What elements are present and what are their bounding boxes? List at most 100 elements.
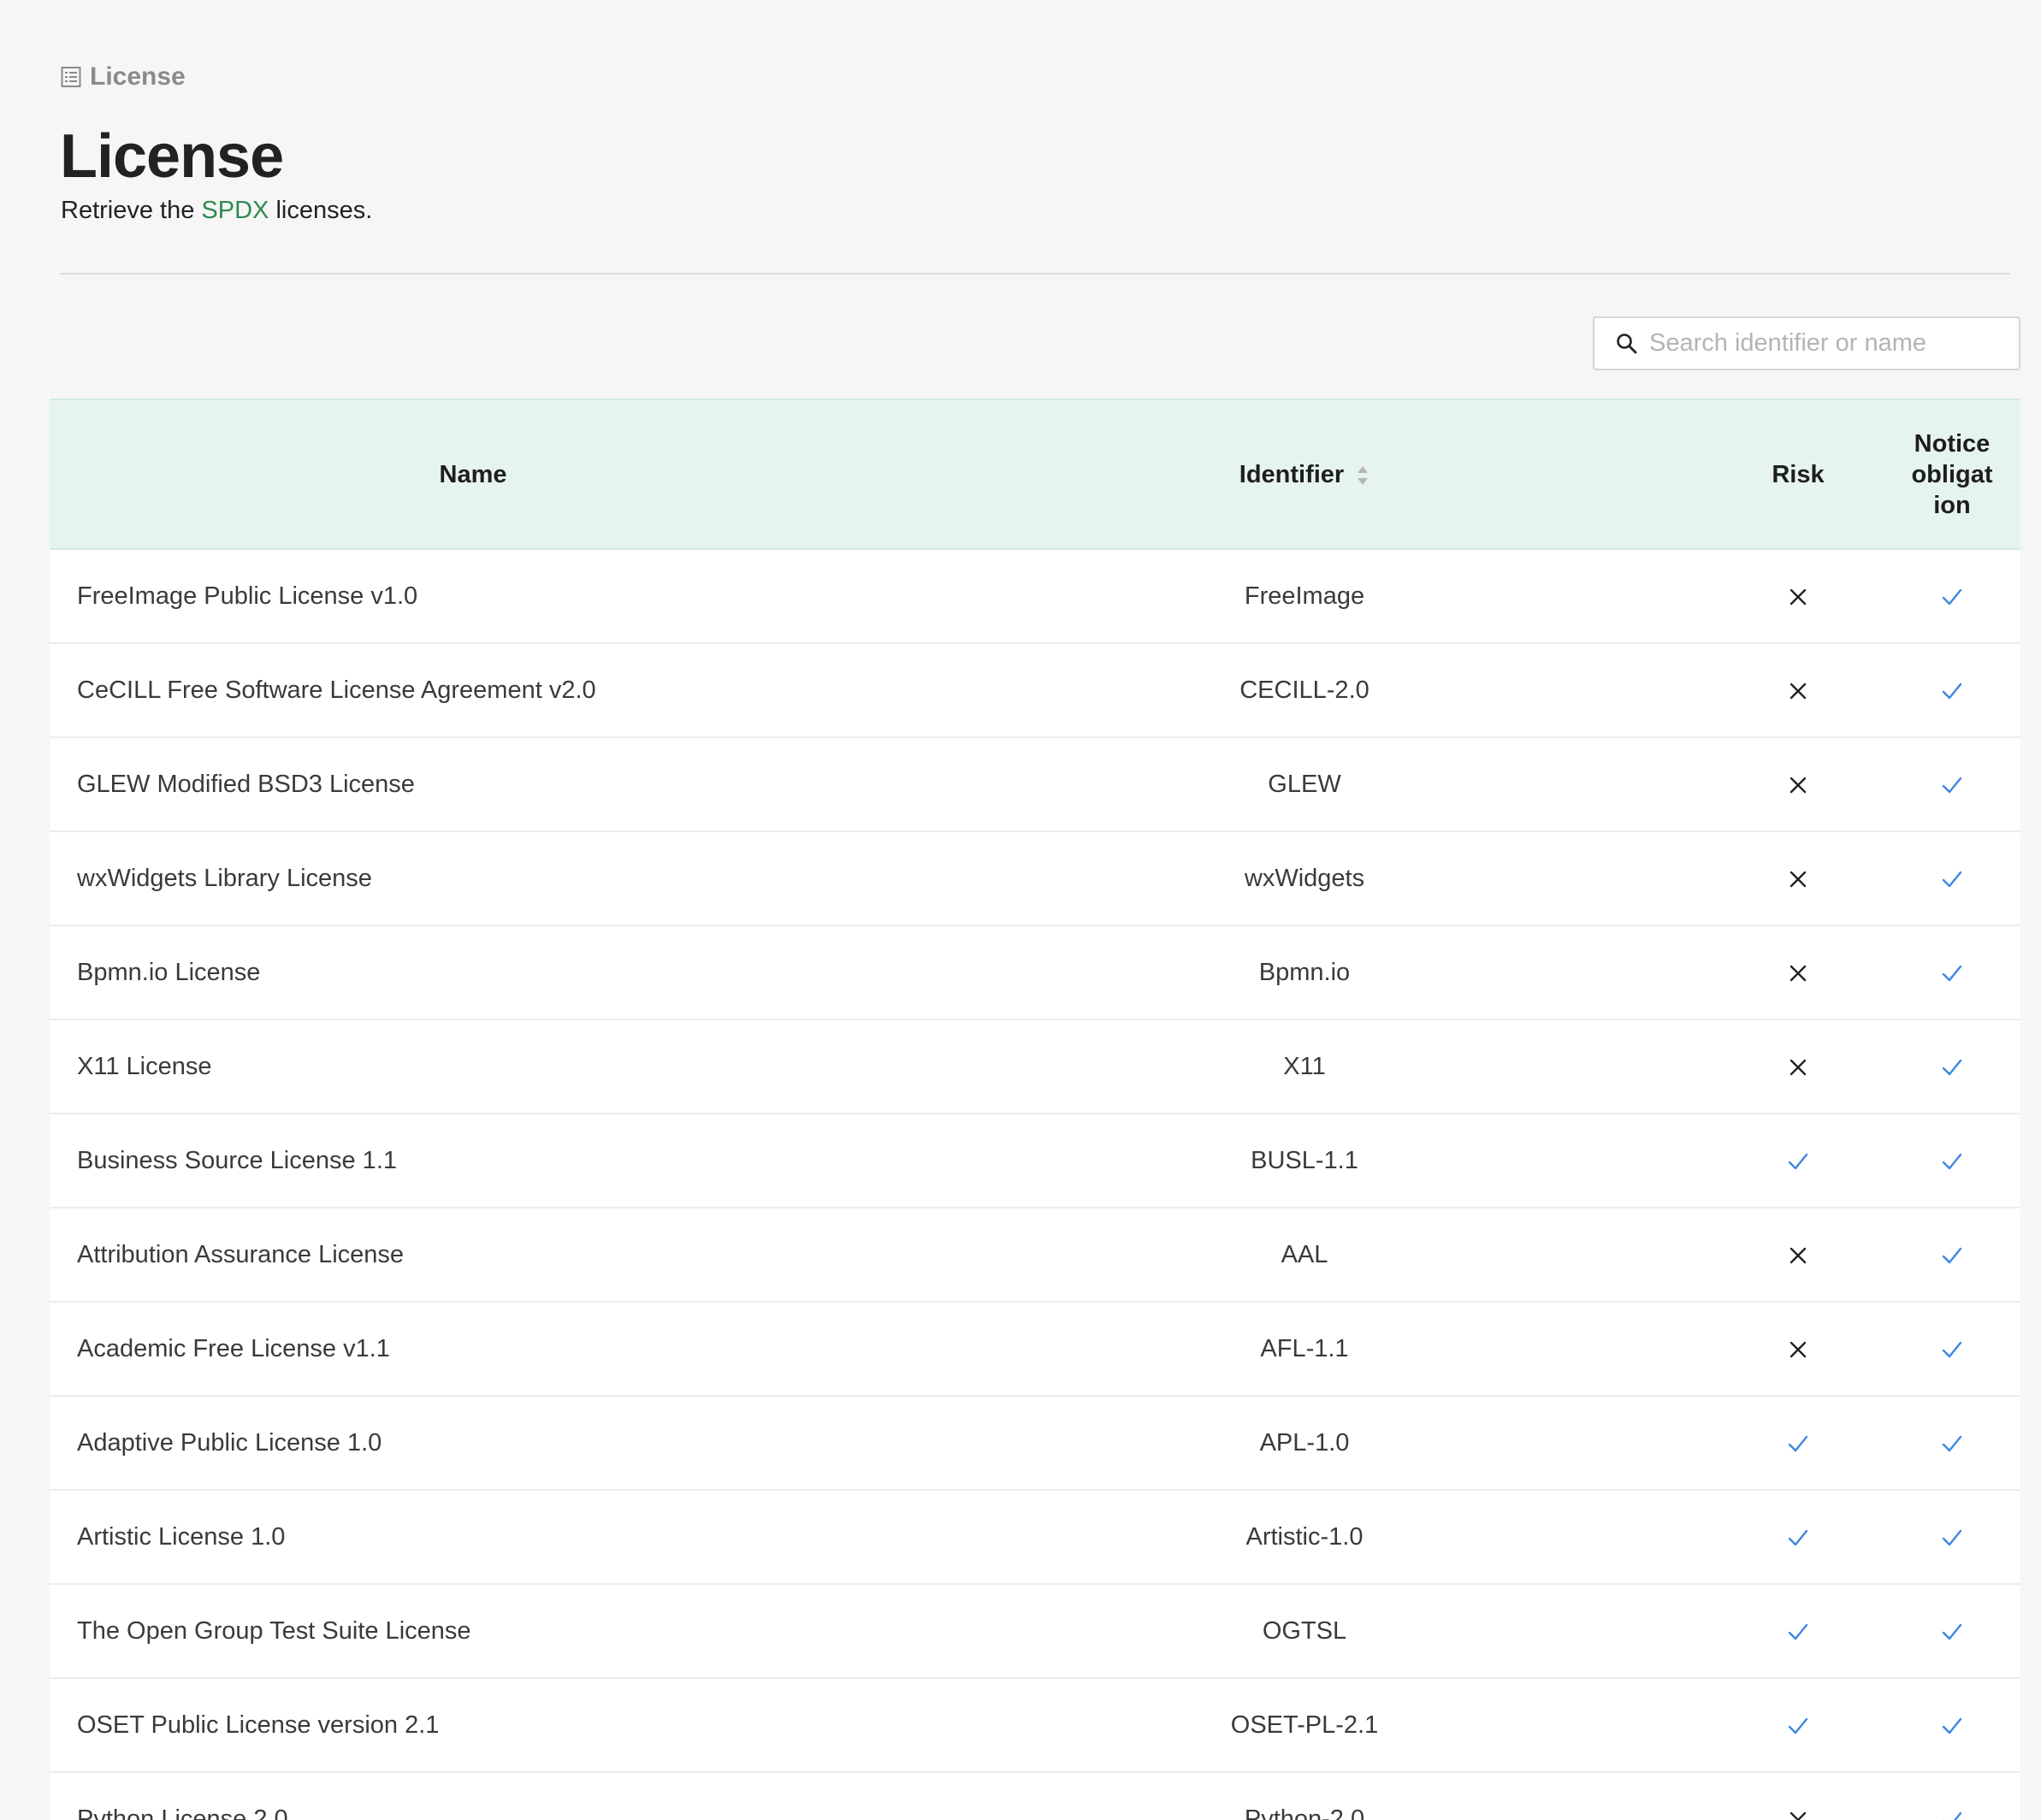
notice-obligation-cell bbox=[1884, 1490, 2020, 1584]
license-name[interactable]: X11 License bbox=[50, 1019, 896, 1114]
license-name[interactable]: Attribution Assurance License bbox=[50, 1208, 896, 1302]
sort-icon[interactable] bbox=[1356, 464, 1370, 487]
check-icon bbox=[1788, 1529, 1808, 1546]
table-row[interactable]: GLEW Modified BSD3 License GLEW bbox=[50, 737, 2020, 831]
risk-cell bbox=[1713, 831, 1884, 925]
check-icon bbox=[1942, 1059, 1962, 1076]
table-row[interactable]: Adaptive Public License 1.0 APL-1.0 bbox=[50, 1396, 2020, 1490]
license-name[interactable]: CeCILL Free Software License Agreement v… bbox=[50, 643, 896, 737]
cross-icon bbox=[1790, 1247, 1807, 1264]
license-identifier: GLEW bbox=[1268, 770, 1341, 798]
notice-obligation-cell bbox=[1884, 1584, 2020, 1678]
notice-obligation-cell bbox=[1884, 1678, 2020, 1772]
table-row[interactable]: OSET Public License version 2.1 OSET-PL-2… bbox=[50, 1678, 2020, 1772]
check-icon bbox=[1942, 1529, 1962, 1546]
license-identifier: OSET-PL-2.1 bbox=[1230, 1711, 1379, 1739]
table-row[interactable]: The Open Group Test Suite License OGTSL bbox=[50, 1584, 2020, 1678]
risk-cell bbox=[1713, 549, 1884, 643]
license-name[interactable]: OSET Public License version 2.1 bbox=[50, 1678, 896, 1772]
risk-cell bbox=[1713, 737, 1884, 831]
table-row[interactable]: Bpmn.io License Bpmn.io bbox=[50, 925, 2020, 1019]
license-name[interactable]: Bpmn.io License bbox=[50, 925, 896, 1019]
cross-icon bbox=[1790, 965, 1807, 982]
license-name[interactable]: Academic Free License v1.1 bbox=[50, 1302, 896, 1396]
column-header-name: Name bbox=[50, 399, 896, 550]
notice-obligation-cell bbox=[1884, 1302, 2020, 1396]
subtitle-suffix: licenses. bbox=[269, 197, 373, 224]
license-identifier: X11 bbox=[1283, 1052, 1326, 1080]
column-header-identifier[interactable]: Identifier bbox=[896, 399, 1713, 550]
table-header-row: Name Identifier Risk Notice obligat ion bbox=[50, 399, 2020, 550]
column-header-risk: Risk bbox=[1713, 399, 1884, 550]
list-icon bbox=[61, 67, 81, 87]
risk-cell bbox=[1713, 1396, 1884, 1490]
search-icon bbox=[1617, 333, 1637, 353]
license-identifier: AAL bbox=[1281, 1240, 1328, 1268]
page-title: License bbox=[60, 122, 284, 191]
notice-obligation-cell bbox=[1884, 1114, 2020, 1208]
column-header-notice-obligation: Notice obligat ion bbox=[1884, 399, 2020, 550]
check-icon bbox=[1942, 1341, 1962, 1358]
check-icon bbox=[1788, 1717, 1808, 1734]
table-row[interactable]: Python License 2.0 Python-2.0 bbox=[50, 1772, 2020, 1820]
table-row[interactable]: Academic Free License v1.1 AFL-1.1 bbox=[50, 1302, 2020, 1396]
license-identifier: AFL-1.1 bbox=[1260, 1334, 1349, 1362]
license-identifier: Bpmn.io bbox=[1258, 958, 1351, 986]
check-icon bbox=[1942, 1717, 1962, 1734]
risk-cell bbox=[1713, 1302, 1884, 1396]
search-box[interactable] bbox=[1593, 316, 2020, 370]
notice-obligation-cell bbox=[1884, 1396, 2020, 1490]
license-name[interactable]: Business Source License 1.1 bbox=[50, 1114, 896, 1208]
notice-obligation-cell bbox=[1884, 1208, 2020, 1302]
table-body: FreeImage Public License v1.0 FreeImage Ce… bbox=[50, 549, 2020, 1820]
check-icon bbox=[1942, 1247, 1962, 1264]
table-row[interactable]: CeCILL Free Software License Agreement v… bbox=[50, 643, 2020, 737]
risk-cell bbox=[1713, 1678, 1884, 1772]
check-icon bbox=[1942, 1623, 1962, 1640]
license-name[interactable]: GLEW Modified BSD3 License bbox=[50, 737, 896, 831]
check-icon bbox=[1788, 1153, 1808, 1170]
notice-obligation-cell bbox=[1884, 1019, 2020, 1114]
breadcrumb[interactable]: License bbox=[61, 60, 186, 94]
check-icon bbox=[1942, 1153, 1962, 1170]
table-row[interactable]: X11 License X11 bbox=[50, 1019, 2020, 1114]
license-identifier: FreeImage bbox=[1244, 582, 1365, 610]
risk-cell bbox=[1713, 1019, 1884, 1114]
license-table-container[interactable]: Name Identifier Risk Notice obligat ion bbox=[50, 399, 2020, 1820]
notice-header-line: Notice bbox=[1914, 429, 1991, 458]
license-name[interactable]: Artistic License 1.0 bbox=[50, 1490, 896, 1584]
license-identifier: wxWidgets bbox=[1244, 864, 1365, 892]
risk-cell bbox=[1713, 643, 1884, 737]
license-identifier: APL-1.0 bbox=[1259, 1428, 1350, 1457]
table-row[interactable]: Attribution Assurance License AAL bbox=[50, 1208, 2020, 1302]
risk-cell bbox=[1713, 925, 1884, 1019]
check-icon bbox=[1788, 1435, 1808, 1452]
check-icon bbox=[1942, 588, 1962, 606]
cross-icon bbox=[1790, 1811, 1807, 1820]
risk-cell bbox=[1713, 1584, 1884, 1678]
check-icon bbox=[1788, 1623, 1808, 1640]
license-name[interactable]: Adaptive Public License 1.0 bbox=[50, 1396, 896, 1490]
table-row[interactable]: FreeImage Public License v1.0 FreeImage bbox=[50, 549, 2020, 643]
license-identifier: BUSL-1.1 bbox=[1251, 1146, 1358, 1174]
check-icon bbox=[1943, 1811, 1962, 1820]
license-name[interactable]: The Open Group Test Suite License bbox=[50, 1584, 896, 1678]
page-subtitle: Retrieve the SPDX licenses. bbox=[61, 193, 372, 228]
license-name[interactable]: Python License 2.0 bbox=[50, 1772, 896, 1820]
table-row[interactable]: Artistic License 1.0 Artistic-1.0 bbox=[50, 1490, 2020, 1584]
notice-header-line: ion bbox=[1933, 491, 1971, 519]
table-row[interactable]: Business Source License 1.1 BUSL-1.1 bbox=[50, 1114, 2020, 1208]
cross-icon bbox=[1790, 682, 1807, 700]
license-name[interactable]: wxWidgets Library License bbox=[50, 831, 896, 925]
cross-icon bbox=[1790, 777, 1807, 794]
notice-obligation-cell bbox=[1884, 925, 2020, 1019]
notice-obligation-cell bbox=[1884, 643, 2020, 737]
license-name[interactable]: FreeImage Public License v1.0 bbox=[50, 549, 896, 643]
search-input[interactable] bbox=[1649, 329, 2008, 358]
breadcrumb-label: License bbox=[90, 62, 186, 91]
cross-icon bbox=[1790, 1341, 1807, 1358]
risk-cell bbox=[1713, 1772, 1884, 1820]
spdx-link[interactable]: SPDX bbox=[201, 197, 269, 224]
table-row[interactable]: wxWidgets Library License wxWidgets bbox=[50, 831, 2020, 925]
cross-icon bbox=[1790, 588, 1807, 606]
